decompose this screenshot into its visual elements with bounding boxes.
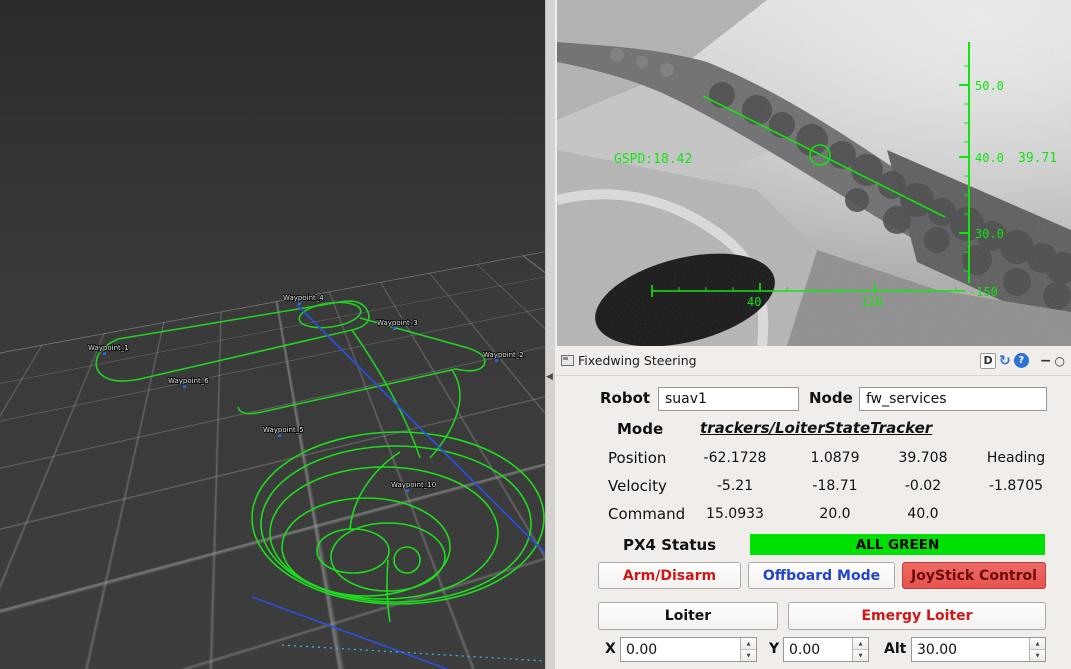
fixedwing-steering-panel: GSPD:18.42 50.0 40.0 30.0 39.71 40 120 -… [555,0,1071,669]
y-spinbox-input[interactable] [784,638,852,661]
waypoint-label: Waypoint_2 [483,351,524,359]
plugin-title: Fixedwing Steering [578,353,697,368]
node-input[interactable] [859,387,1047,411]
waypoint-label: Waypoint_1 [88,344,129,352]
velocity-x: -5.21 [716,478,754,494]
command-label: Command [608,505,686,523]
waypoint-markers [103,302,498,492]
y-spin-up-icon[interactable]: ▲ [853,638,868,650]
waypoint-label: Waypoint_6 [168,377,209,385]
alt-spin-up-icon[interactable]: ▲ [1030,638,1045,650]
command-x: 15.0933 [706,506,764,522]
waypoint-label: Waypoint_3 [377,319,418,327]
mode-label: Mode [617,420,664,438]
float-icon[interactable]: ○ [1055,354,1065,368]
position-label: Position [608,449,667,467]
loiter-buttons-row: Loiter Emergy Loiter [555,602,1071,630]
app-window: Waypoint_4 Waypoint_3 Waypoint_1 Waypoin… [0,0,1071,669]
y-spinbox[interactable]: ▲ ▼ [783,637,869,662]
position-x: -62.1728 [703,450,767,466]
y-spin-down-icon[interactable]: ▼ [853,650,868,661]
x-spinbox-input[interactable] [621,638,740,661]
mode-value: trackers/LoiterStateTracker [700,419,933,437]
x-label: X [605,641,616,657]
command-z: 40.0 [907,506,939,522]
emergy-loiter-button[interactable]: Emergy Loiter [788,602,1046,630]
alt-tick-40: 40.0 [975,151,1004,165]
rviz-3d-view[interactable]: Waypoint_4 Waypoint_3 Waypoint_1 Waypoin… [0,0,545,669]
robot-node-row: Robot Node [555,387,1071,411]
refresh-icon[interactable]: ↻ [999,353,1011,369]
alt-tick-30: 30.0 [975,227,1004,241]
hdg-tick-40: 40 [747,295,761,309]
dock-button[interactable]: D [980,352,997,369]
heading-label: Heading [986,450,1046,466]
velocity-z: -0.02 [904,478,942,494]
hdg-tick-end: -150 [969,285,998,299]
hud-groundspeed: GSPD:18.42 [614,152,692,167]
px4-status-label: PX4 Status [623,536,717,554]
heading-value: -1.8705 [988,478,1044,494]
px4-status-badge: ALL GREEN [750,534,1045,555]
control-buttons-row: Arm/Disarm Offboard Mode JoyStick Contro… [555,562,1071,589]
arm-disarm-button[interactable]: Arm/Disarm [598,562,741,589]
velocity-row: Velocity -5.21 -18.71 -0.02 -1.8705 [555,476,1071,496]
plugin-icon [561,355,574,366]
cyan-dashed-path [281,644,545,662]
velocity-y: -18.71 [812,478,858,494]
x-spin-down-icon[interactable]: ▼ [741,650,756,661]
waypoint-label: Waypoint_4 [283,294,324,302]
node-label: Node [809,389,853,407]
px4-status-row: PX4 Status ALL GREEN [555,534,1071,556]
position-y: 1.0879 [810,450,860,466]
loiter-circles [251,431,545,623]
hdg-tick-120: 120 [861,295,883,309]
command-y: 20.0 [819,506,851,522]
position-z: 39.708 [898,450,948,466]
plugin-titlebar: Fixedwing Steering D ↻ ? − ○ [555,346,1071,376]
alt-tick-50: 50.0 [975,79,1004,93]
help-icon[interactable]: ? [1013,353,1029,368]
y-label: Y [769,641,780,657]
alt-spin-down-icon[interactable]: ▼ [1030,650,1045,661]
waypoint-label: Waypoint_5 [263,426,304,434]
waypoint-label: Waypoint_10 [391,481,436,489]
loiter-button[interactable]: Loiter [598,602,778,630]
camera-view: GSPD:18.42 50.0 40.0 30.0 39.71 40 120 -… [557,0,1071,346]
velocity-label: Velocity [608,477,667,495]
x-spinbox[interactable]: ▲ ▼ [620,637,757,662]
command-row: Command 15.0933 20.0 40.0 [555,504,1071,524]
alt-spinbox[interactable]: ▲ ▼ [911,637,1046,662]
altitude-readout: 39.71 [1018,151,1057,166]
setpoint-row: X ▲ ▼ Y ▲ ▼ Alt ▲ ▼ [555,637,1071,662]
minimize-icon[interactable]: − [1040,353,1052,369]
alt-label: Alt [884,641,907,657]
offboard-mode-button[interactable]: Offboard Mode [748,562,895,589]
mode-row: Mode trackers/LoiterStateTracker [555,419,1071,441]
splitter-collapse-icon[interactable]: ◀ [546,372,553,382]
panel-splitter[interactable]: ◀ [545,0,555,669]
joystick-control-button[interactable]: JoyStick Control [902,562,1046,589]
x-spin-up-icon[interactable]: ▲ [741,638,756,650]
robot-label: Robot [600,389,651,407]
robot-input[interactable] [658,387,799,411]
alt-spinbox-input[interactable] [912,638,1029,661]
trajectory-overlay: Waypoint_4 Waypoint_3 Waypoint_1 Waypoin… [87,293,545,669]
position-row: Position -62.1728 1.0879 39.708 Heading [555,448,1071,468]
